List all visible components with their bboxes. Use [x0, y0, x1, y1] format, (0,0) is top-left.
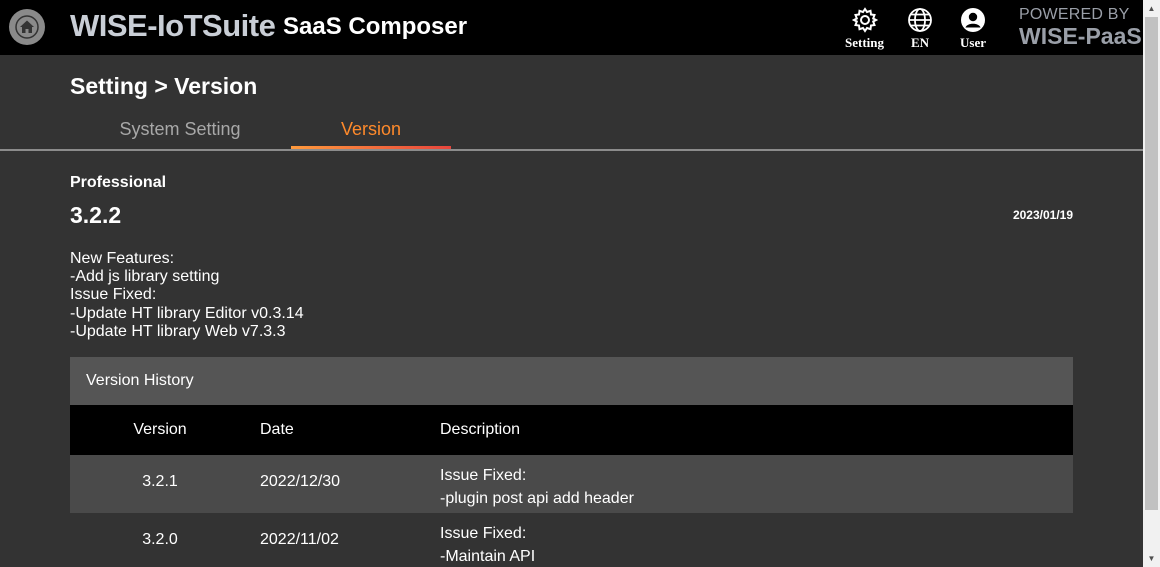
current-version: 3.2.2 — [70, 202, 122, 228]
brand-logo: WISE-IoTSuite — [70, 8, 276, 43]
language-button[interactable]: EN — [907, 7, 933, 51]
release-note-line: New Features: — [70, 250, 175, 267]
column-header-date: Date — [260, 421, 294, 438]
release-note-line: Issue Fixed: — [70, 286, 157, 304]
table-row: 3.2.0 2022/11/02 Issue Fixed: -Maintain … — [70, 513, 1073, 567]
user-icon — [961, 8, 985, 32]
globe-icon — [908, 8, 932, 32]
top-header: WISE-IoTSuite SaaS Composer Setting EN U… — [0, 0, 1143, 55]
column-header-description: Description — [440, 421, 521, 438]
tab-system-setting[interactable]: System Setting — [70, 110, 290, 148]
home-icon — [15, 15, 39, 39]
description-line: -Maintain API — [440, 548, 536, 565]
scroll-up-arrow-icon[interactable]: ▲ — [1143, 0, 1160, 17]
release-note-line: -Add js library setting — [70, 268, 220, 286]
gear-icon — [851, 7, 878, 33]
product-name: SaaS Composer — [283, 13, 468, 40]
description-line: Issue Fixed: — [440, 525, 527, 542]
row-date: 2022/11/02 — [260, 531, 339, 548]
setting-button[interactable]: Setting — [845, 7, 884, 51]
table-header-row: Version Date Description — [70, 405, 1073, 455]
column-header-version: Version — [133, 421, 187, 438]
row-version: 3.2.0 — [142, 531, 178, 548]
release-note-line: -Update HT library Editor v0.3.14 — [70, 304, 304, 322]
description-line: -plugin post api add header — [440, 490, 634, 507]
tab-bar: System Setting Version — [0, 110, 1143, 151]
language-label: EN — [910, 35, 930, 50]
row-date: 2022/12/30 — [260, 473, 341, 490]
tab-version[interactable]: Version — [291, 110, 451, 148]
edition-label: Professional — [70, 174, 167, 191]
scroll-thumb[interactable] — [1145, 17, 1158, 510]
user-button[interactable]: User — [960, 7, 986, 51]
scroll-down-arrow-icon[interactable]: ▼ — [1143, 550, 1160, 567]
table-row: 3.2.1 2022/12/30 Issue Fixed: -plugin po… — [70, 455, 1073, 513]
setting-label: Setting — [845, 35, 884, 50]
row-description: Issue Fixed: -Maintain API — [440, 522, 535, 567]
release-notes: New Features: -Add js library setting Is… — [70, 250, 304, 341]
page-title: Setting > Version — [70, 73, 258, 99]
powered-by-logo: POWERED BY WISE-PaaS — [1019, 7, 1142, 48]
release-note-line: -Update HT library Web v7.3.3 — [70, 322, 286, 340]
current-version-date: 2023/01/19 — [1012, 208, 1073, 222]
version-content: Professional 3.2.2 2023/01/19 New Featur… — [70, 151, 1073, 567]
row-version: 3.2.1 — [142, 473, 178, 490]
description-line: Issue Fixed: — [440, 467, 527, 484]
version-history-title: Version History — [70, 357, 1073, 405]
platform-name: WISE-PaaS — [1019, 23, 1142, 49]
vertical-scrollbar[interactable]: ▲ ▼ — [1143, 0, 1160, 567]
powered-by-text: POWERED BY — [1019, 6, 1130, 23]
user-label: User — [960, 35, 986, 50]
row-description: Issue Fixed: -plugin post api add header — [440, 464, 634, 510]
version-history-table: Version History Version Date Description… — [70, 357, 1073, 567]
home-button[interactable] — [9, 9, 45, 45]
